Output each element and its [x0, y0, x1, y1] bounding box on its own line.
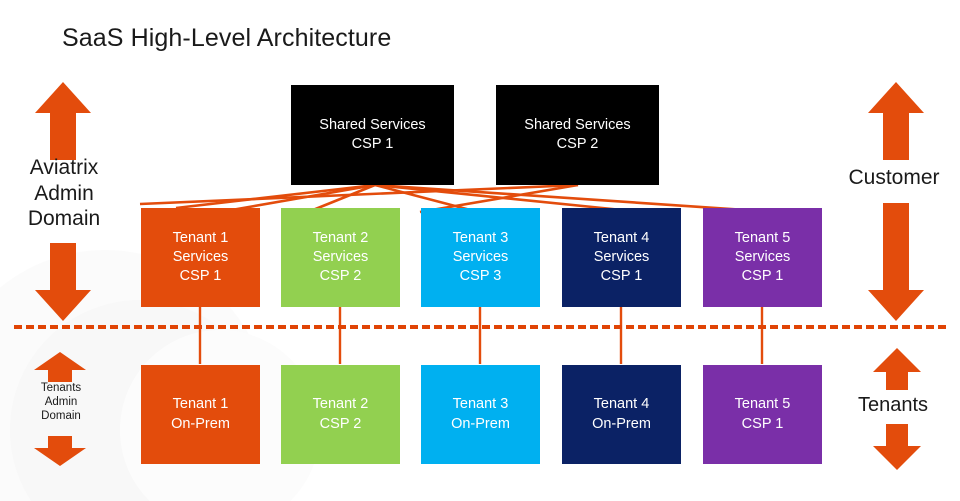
tenants-label-line-1: Tenants — [857, 394, 929, 416]
tenant-5-services-box[interactable]: Tenant 5 Services CSP 1 — [703, 208, 822, 307]
tenants-admin-domain-line-1: Tenants — [40, 382, 82, 394]
tenants-admin-domain-line-2: Admin — [44, 396, 78, 409]
aviatrix-admin-up-arrow-icon — [35, 82, 91, 160]
tenants-admin-up-arrow-icon — [34, 352, 86, 382]
aviatrix-admin-domain-label: Aviatrix Admin Domain — [6, 155, 122, 232]
customer-down-arrow-icon — [868, 203, 924, 321]
tenant-5-location-box[interactable]: Tenant 5 CSP 1 — [703, 365, 822, 464]
tenant-3-services-line-3: CSP 3 — [459, 268, 502, 285]
diagram-canvas: SaaS High-Level Architecture Shared Serv… — [0, 0, 960, 501]
tenants-admin-domain-label: Tenants Admin Domain — [22, 381, 100, 423]
tenant-2-location-box[interactable]: Tenant 2 CSP 2 — [281, 365, 400, 464]
tenant-1-services-box[interactable]: Tenant 1 Services CSP 1 — [141, 208, 260, 307]
page-title: SaaS High-Level Architecture — [62, 24, 392, 52]
shared-services-csp-2-line-1: Shared Services — [524, 116, 631, 133]
tenant-5-services-line-2: Services — [734, 248, 791, 265]
tenant-2-location-line-1: Tenant 2 — [312, 396, 369, 413]
tenant-2-location-line-2: CSP 2 — [319, 415, 362, 432]
tenant-4-services-line-1: Tenant 4 — [593, 229, 650, 246]
tenant-5-location-line-2: CSP 1 — [741, 415, 784, 432]
tenant-5-services-line-3: CSP 1 — [741, 268, 784, 285]
tenant-4-services-line-3: CSP 1 — [600, 268, 643, 285]
tenant-4-location-box[interactable]: Tenant 4 On-Prem — [562, 365, 681, 464]
tenant-5-location-line-1: Tenant 5 — [734, 396, 791, 413]
tenant-3-location-box[interactable]: Tenant 3 On-Prem — [421, 365, 540, 464]
tenants-label: Tenants — [834, 393, 952, 417]
aviatrix-admin-domain-line-1: Aviatrix — [29, 156, 99, 179]
shared-services-csp-2-box[interactable]: Shared Services CSP 2 — [496, 85, 659, 185]
shared-services-csp-1-box[interactable]: Shared Services CSP 1 — [291, 85, 454, 185]
tenant-5-services-line-1: Tenant 5 — [734, 229, 791, 246]
shared-services-csp-1-line-2: CSP 1 — [351, 136, 394, 152]
tenant-1-services-line-2: Services — [172, 248, 229, 265]
tenant-4-location-line-2: On-Prem — [592, 415, 651, 432]
tenants-admin-down-arrow-icon — [34, 436, 86, 466]
aviatrix-admin-domain-line-3: Domain — [27, 207, 101, 231]
shared-services-csp-2-line-2: CSP 2 — [556, 136, 599, 152]
tenant-2-services-box[interactable]: Tenant 2 Services CSP 2 — [281, 208, 400, 307]
aviatrix-admin-down-arrow-icon — [35, 243, 91, 321]
tenant-3-services-box[interactable]: Tenant 3 Services CSP 3 — [421, 208, 540, 307]
tenant-1-location-line-2: On-Prem — [171, 415, 230, 432]
tenant-1-services-line-1: Tenant 1 — [172, 229, 229, 246]
tenant-3-location-line-1: Tenant 3 — [452, 396, 509, 413]
tenant-2-services-line-1: Tenant 2 — [312, 229, 369, 246]
tenant-2-services-line-3: CSP 2 — [319, 268, 362, 285]
tenants-admin-domain-line-3: Domain — [41, 410, 81, 423]
tenant-1-location-box[interactable]: Tenant 1 On-Prem — [141, 365, 260, 464]
tenant-4-services-line-2: Services — [593, 248, 650, 265]
tenant-2-services-line-2: Services — [312, 248, 369, 265]
shared-services-csp-1-line-1: Shared Services — [319, 116, 426, 133]
tenants-up-arrow-icon — [873, 348, 921, 390]
customer-label-line-1: Customer — [848, 166, 940, 189]
tenant-3-services-line-2: Services — [452, 248, 509, 265]
customer-label: Customer — [830, 165, 958, 191]
aviatrix-admin-domain-line-2: Admin — [34, 181, 94, 205]
tenant-4-location-line-1: Tenant 4 — [593, 396, 650, 413]
customer-up-arrow-icon — [868, 82, 924, 160]
tenant-1-services-line-3: CSP 1 — [179, 268, 222, 285]
tenant-4-services-box[interactable]: Tenant 4 Services CSP 1 — [562, 208, 681, 307]
tenant-1-location-line-1: Tenant 1 — [172, 396, 229, 413]
domain-divider — [14, 325, 946, 329]
tenant-3-services-line-1: Tenant 3 — [452, 229, 509, 246]
tenants-down-arrow-icon — [873, 424, 921, 470]
tenant-3-location-line-2: On-Prem — [451, 415, 510, 432]
